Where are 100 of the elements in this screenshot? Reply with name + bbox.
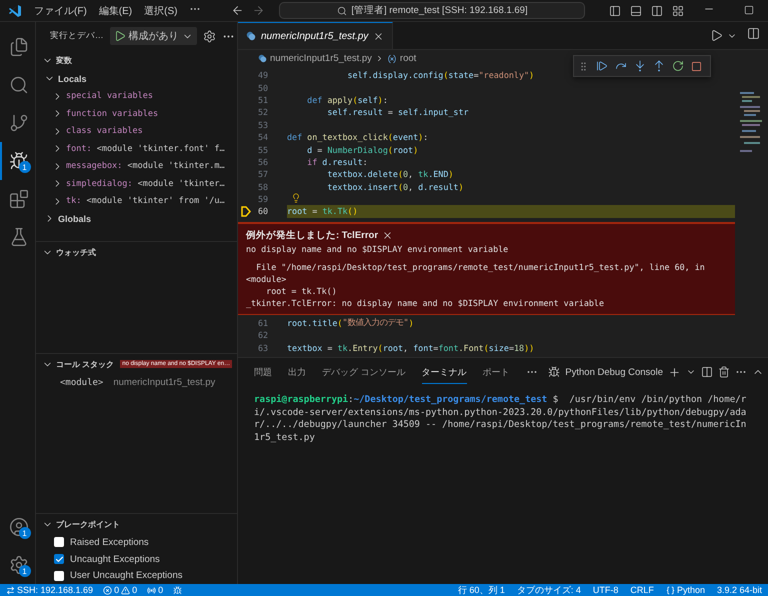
line-number: 62 — [258, 330, 268, 340]
panel-tab[interactable]: デバッグ コンソール — [322, 360, 406, 384]
remote-indicator[interactable]: SSH: 192.168.1.69 — [6, 585, 94, 595]
line-number: 57 — [258, 169, 268, 180]
checkbox-label: Uncaught Exceptions — [70, 554, 160, 564]
panel-tab[interactable]: 問題 — [254, 360, 272, 384]
checkbox-label: Raised Exceptions — [70, 536, 149, 548]
run-debug-icon[interactable] — [8, 151, 28, 171]
step-over-icon[interactable] — [615, 60, 627, 72]
line-number: 59 — [258, 194, 268, 204]
code-line: self.result = self.input_str — [326, 106, 470, 119]
notification-badge: 1 — [18, 161, 30, 173]
settings-icon[interactable] — [8, 555, 28, 575]
section-header[interactable]: ブレークポイント — [56, 518, 120, 530]
start-debugging-dropdown[interactable]: 構成があり — [110, 27, 196, 45]
variable-item[interactable]: font: <module 'tkinter.font' f… — [66, 144, 225, 154]
code-line: root.title("数値入力のデモ") — [287, 316, 415, 330]
extensions-icon[interactable] — [8, 189, 28, 209]
line-number: 58 — [258, 182, 268, 192]
command-center-search[interactable]: [管理者] remote_test [SSH: 192.168.1.69] — [279, 2, 586, 19]
line-number: 60 — [258, 206, 268, 216]
line-number: 63 — [258, 342, 268, 353]
variable-icon — [386, 54, 397, 64]
run-icon[interactable] — [710, 29, 723, 42]
scope-name[interactable]: Globals — [58, 214, 92, 224]
close-icon[interactable] — [373, 30, 384, 42]
checkbox[interactable] — [54, 554, 64, 564]
trash-icon[interactable] — [718, 366, 730, 378]
panel-tab[interactable]: ターミナル — [422, 360, 467, 384]
section-header[interactable]: ウォッチ式 — [56, 246, 96, 258]
variable-item[interactable]: function variables — [66, 108, 158, 119]
breadcrumb[interactable]: root — [400, 53, 416, 64]
status-item[interactable]: Python — [666, 585, 705, 595]
traceback-line: _tkinter.TclError: no display name and no $DISPLAY environment variable — [246, 298, 605, 308]
terminal-name[interactable]: Python Debug Console — [565, 366, 663, 378]
variable-item[interactable]: simpledialog: <module 'tkinter… — [66, 178, 225, 189]
line-number: 55 — [258, 144, 268, 155]
close-icon[interactable] — [382, 230, 394, 241]
menu-item[interactable]: 編集(E) — [98, 4, 132, 18]
split-terminal-icon[interactable] — [701, 366, 713, 378]
menu-item[interactable]: 選択(S) — [144, 4, 178, 18]
variable-item[interactable]: special variables — [66, 91, 153, 102]
editor-tab[interactable]: numericInput1r5_test.py — [238, 22, 394, 49]
account-icon[interactable] — [8, 517, 28, 537]
step-into-icon[interactable] — [634, 60, 646, 72]
variable-item[interactable]: tk: <module 'tkinter' from '/u… — [66, 196, 225, 206]
plus-icon[interactable] — [668, 366, 681, 378]
play-icon[interactable] — [114, 30, 126, 42]
status-item[interactable]: 3.9.2 64-bit — [716, 585, 762, 595]
stop-icon[interactable] — [691, 60, 702, 72]
lightbulb-icon[interactable] — [291, 193, 301, 204]
split-editor-icon[interactable] — [747, 26, 760, 40]
toggle-panel-icon[interactable] — [630, 4, 642, 16]
restart-icon[interactable] — [672, 60, 684, 72]
flask-icon[interactable] — [8, 227, 28, 247]
code-line: if d.result: — [306, 156, 369, 168]
python-file-icon — [246, 31, 256, 41]
section-header[interactable]: コール スタック — [56, 358, 114, 370]
code-line: textbox = tk.Entry(root, font=font.Font(size=18)) — [287, 342, 536, 354]
scope-name[interactable]: Locals — [58, 74, 87, 84]
toggle-sidebar-icon[interactable] — [609, 4, 621, 16]
checkbox[interactable] — [54, 570, 64, 581]
python-file-icon — [258, 54, 267, 63]
ports-indicator[interactable]: 0 — [147, 585, 164, 595]
panel-tab[interactable]: 出力 — [288, 360, 306, 384]
maximize-icon[interactable] — [744, 4, 754, 14]
terminal-line: i/.vscode-server/extensions/ms-python.python-2023.20.0/pythonFiles/lib/python/debugpy/ada — [254, 406, 748, 420]
settings-icon[interactable] — [202, 30, 216, 42]
checkbox[interactable] — [54, 537, 64, 548]
line-number: 53 — [258, 120, 268, 130]
code-line: d = NumberDialog(root) — [306, 144, 420, 156]
back-arrow-icon[interactable] — [231, 4, 244, 17]
files-icon[interactable] — [8, 37, 28, 57]
variable-item[interactable]: class variables — [66, 126, 143, 136]
search-icon[interactable] — [8, 75, 28, 95]
status-item[interactable]: UTF-8 — [592, 585, 618, 595]
exception-message: no display name and no $DISPLAY environment variable — [246, 244, 510, 254]
menu-item[interactable]: ファイル(F) — [34, 4, 87, 18]
traceback-line: root = tk.Tk() — [265, 286, 338, 296]
code-line: def on_textbox_click(event): — [287, 131, 430, 144]
continue-icon[interactable] — [596, 60, 608, 72]
app-logo-icon — [8, 4, 22, 18]
status-item[interactable]: CRLF — [630, 585, 654, 595]
forward-arrow-icon[interactable] — [252, 4, 266, 17]
problems-indicator[interactable]: 0 0 — [103, 585, 138, 595]
step-out-icon[interactable] — [653, 60, 665, 72]
section-header[interactable]: 変数 — [56, 54, 72, 66]
source-control-icon[interactable] — [8, 113, 28, 133]
notification-badge: 1 — [18, 565, 30, 577]
line-number: 61 — [258, 318, 268, 328]
debug-icon[interactable] — [173, 586, 182, 594]
panel-tab[interactable]: ポート — [482, 360, 510, 384]
status-item[interactable]: タブのサイズ: 4 — [516, 584, 581, 596]
variable-item[interactable]: messagebox: <module 'tkinter.m… — [66, 161, 225, 172]
sidebar-title: 実行とデバ… — [50, 30, 104, 42]
toggle-secondary-sidebar-icon[interactable] — [651, 4, 663, 16]
breadcrumb[interactable]: numericInput1r5_test.py — [270, 53, 372, 64]
stack-frame[interactable]: <module> numericInput1r5_test.py — [60, 377, 216, 388]
status-item[interactable]: 行 60、列 1 — [458, 584, 505, 596]
customize-layout-icon[interactable] — [672, 4, 684, 16]
